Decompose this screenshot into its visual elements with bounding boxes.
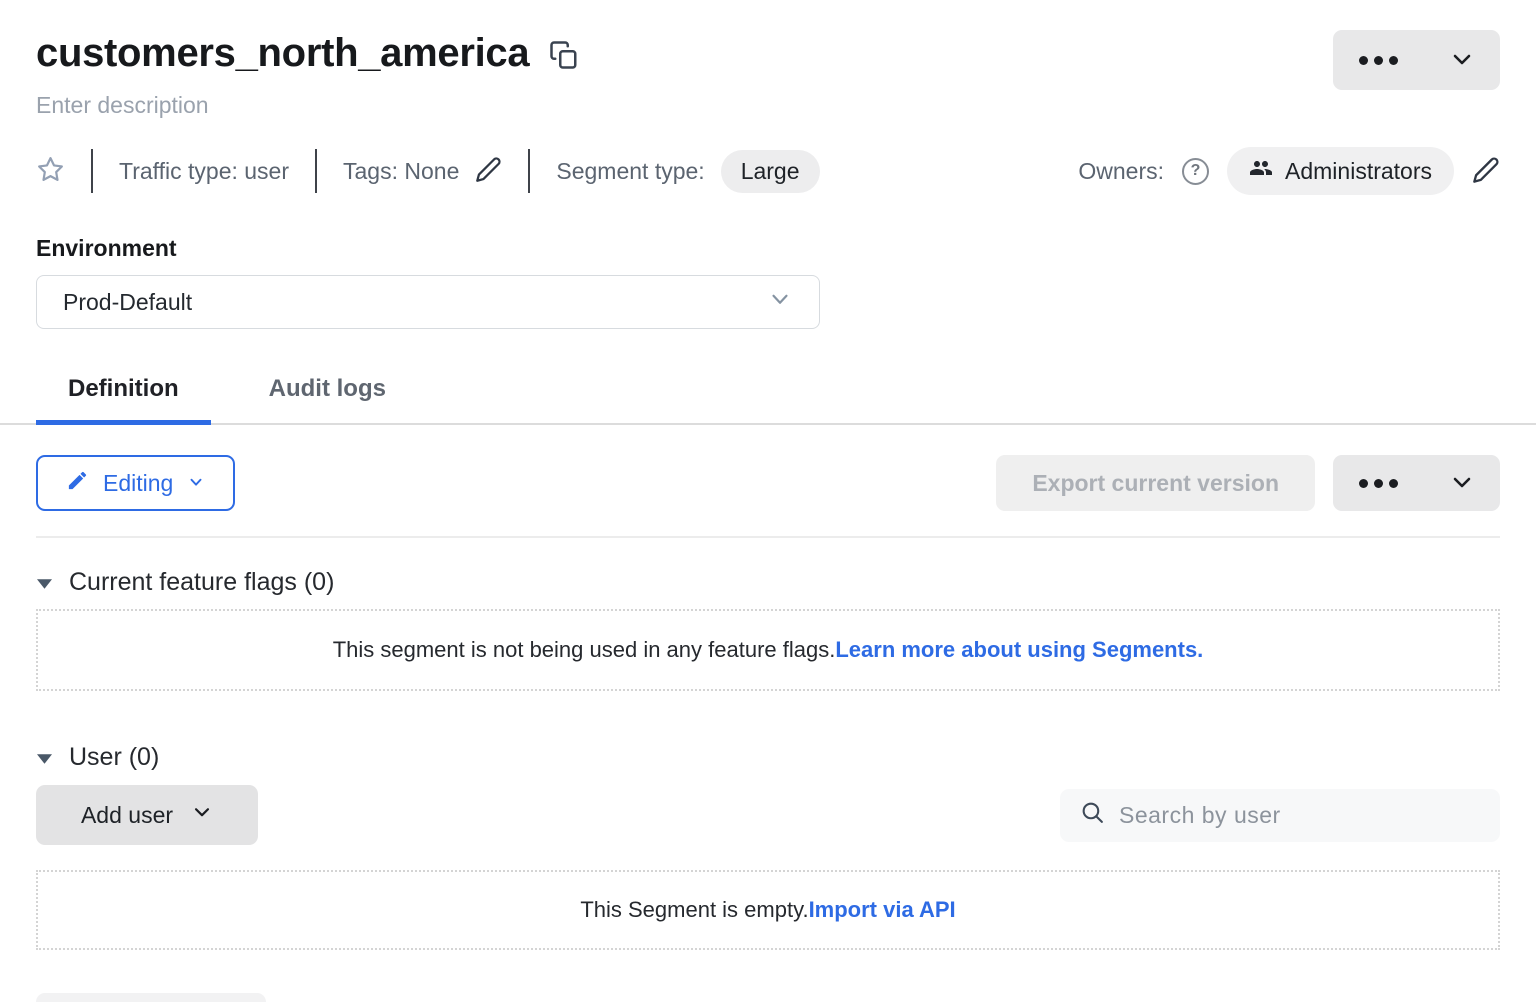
- add-user-label: Add user: [81, 802, 173, 829]
- edit-tags-button[interactable]: [475, 156, 502, 186]
- meta-divider: [528, 149, 530, 193]
- header-more-menu-button[interactable]: [1333, 30, 1500, 90]
- import-via-api-link[interactable]: Import via API: [809, 897, 956, 923]
- owners-label: Owners:: [1078, 158, 1164, 185]
- segment-type-label: Segment type:: [556, 158, 704, 185]
- copy-icon: [549, 38, 579, 75]
- description-placeholder[interactable]: Enter description: [36, 92, 579, 119]
- search-by-user-container: [1060, 789, 1500, 842]
- user-section-title: User (0): [69, 743, 159, 772]
- feature-flags-empty-state: This segment is not being used in any fe…: [36, 609, 1500, 691]
- help-icon[interactable]: ?: [1182, 158, 1209, 185]
- traffic-type-label: Traffic type: user: [119, 158, 289, 185]
- edit-owners-button[interactable]: [1472, 156, 1500, 187]
- edit-pencil-icon: [475, 156, 502, 186]
- toolbar-more-menu-button[interactable]: [1333, 455, 1500, 511]
- segment-type-badge: Large: [721, 150, 820, 193]
- user-empty-text: This Segment is empty.: [580, 897, 808, 923]
- export-current-version-button[interactable]: Export current version: [996, 455, 1315, 511]
- more-icon: [1359, 56, 1398, 65]
- chevron-down-icon: [1450, 47, 1474, 74]
- meta-divider: [315, 149, 317, 193]
- chevron-down-icon: [767, 286, 793, 318]
- user-empty-state: This Segment is empty. Import via API: [36, 870, 1500, 950]
- star-icon: [36, 155, 65, 187]
- tags-label: Tags: None: [343, 158, 459, 185]
- feature-flags-section-title: Current feature flags (0): [69, 568, 334, 597]
- page-title: customers_north_america: [36, 30, 529, 76]
- meta-row: Traffic type: user Tags: None Segment ty…: [36, 149, 1500, 193]
- edit-pencil-icon: [1472, 156, 1500, 187]
- cut-off-element: [36, 993, 266, 1002]
- chevron-down-icon: [191, 801, 213, 829]
- chevron-down-icon: [1450, 470, 1474, 497]
- definition-toolbar: Editing Export current version: [36, 455, 1500, 511]
- add-user-button[interactable]: Add user: [36, 785, 258, 845]
- tab-bar: Definition Audit logs: [36, 375, 1500, 425]
- title-block: customers_north_america Enter descriptio…: [36, 30, 579, 119]
- user-section-toggle[interactable]: User (0): [36, 743, 159, 772]
- search-icon: [1080, 800, 1105, 830]
- caret-down-icon: [36, 568, 53, 597]
- feature-flags-empty-text: This segment is not being used in any fe…: [333, 637, 836, 663]
- environment-selected-value: Prod-Default: [63, 289, 192, 316]
- editing-label: Editing: [103, 470, 173, 497]
- owners-chip[interactable]: Administrators: [1227, 147, 1454, 195]
- feature-flags-section-toggle[interactable]: Current feature flags (0): [36, 568, 334, 597]
- copy-name-button[interactable]: [549, 38, 579, 75]
- meta-divider: [91, 149, 93, 193]
- more-icon: [1359, 479, 1398, 488]
- caret-down-icon: [36, 743, 53, 772]
- environment-select[interactable]: Prod-Default: [36, 275, 820, 329]
- segment-detail-page: customers_north_america Enter descriptio…: [0, 0, 1536, 1002]
- owners-value: Administrators: [1285, 158, 1432, 185]
- learn-more-segments-link[interactable]: Learn more about using Segments.: [835, 637, 1203, 663]
- favorite-star-button[interactable]: [36, 155, 65, 187]
- search-by-user-input[interactable]: [1119, 802, 1480, 829]
- people-icon: [1249, 156, 1273, 186]
- tab-definition[interactable]: Definition: [36, 375, 211, 425]
- editing-status-button[interactable]: Editing: [36, 455, 235, 511]
- tab-audit-logs[interactable]: Audit logs: [237, 375, 418, 425]
- environment-label: Environment: [36, 235, 1500, 262]
- header: customers_north_america Enter descriptio…: [36, 0, 1500, 119]
- chevron-down-icon: [187, 470, 205, 497]
- toolbar-divider: [36, 536, 1500, 538]
- user-controls-row: Add user: [36, 785, 1500, 845]
- edit-pencil-icon: [66, 469, 89, 498]
